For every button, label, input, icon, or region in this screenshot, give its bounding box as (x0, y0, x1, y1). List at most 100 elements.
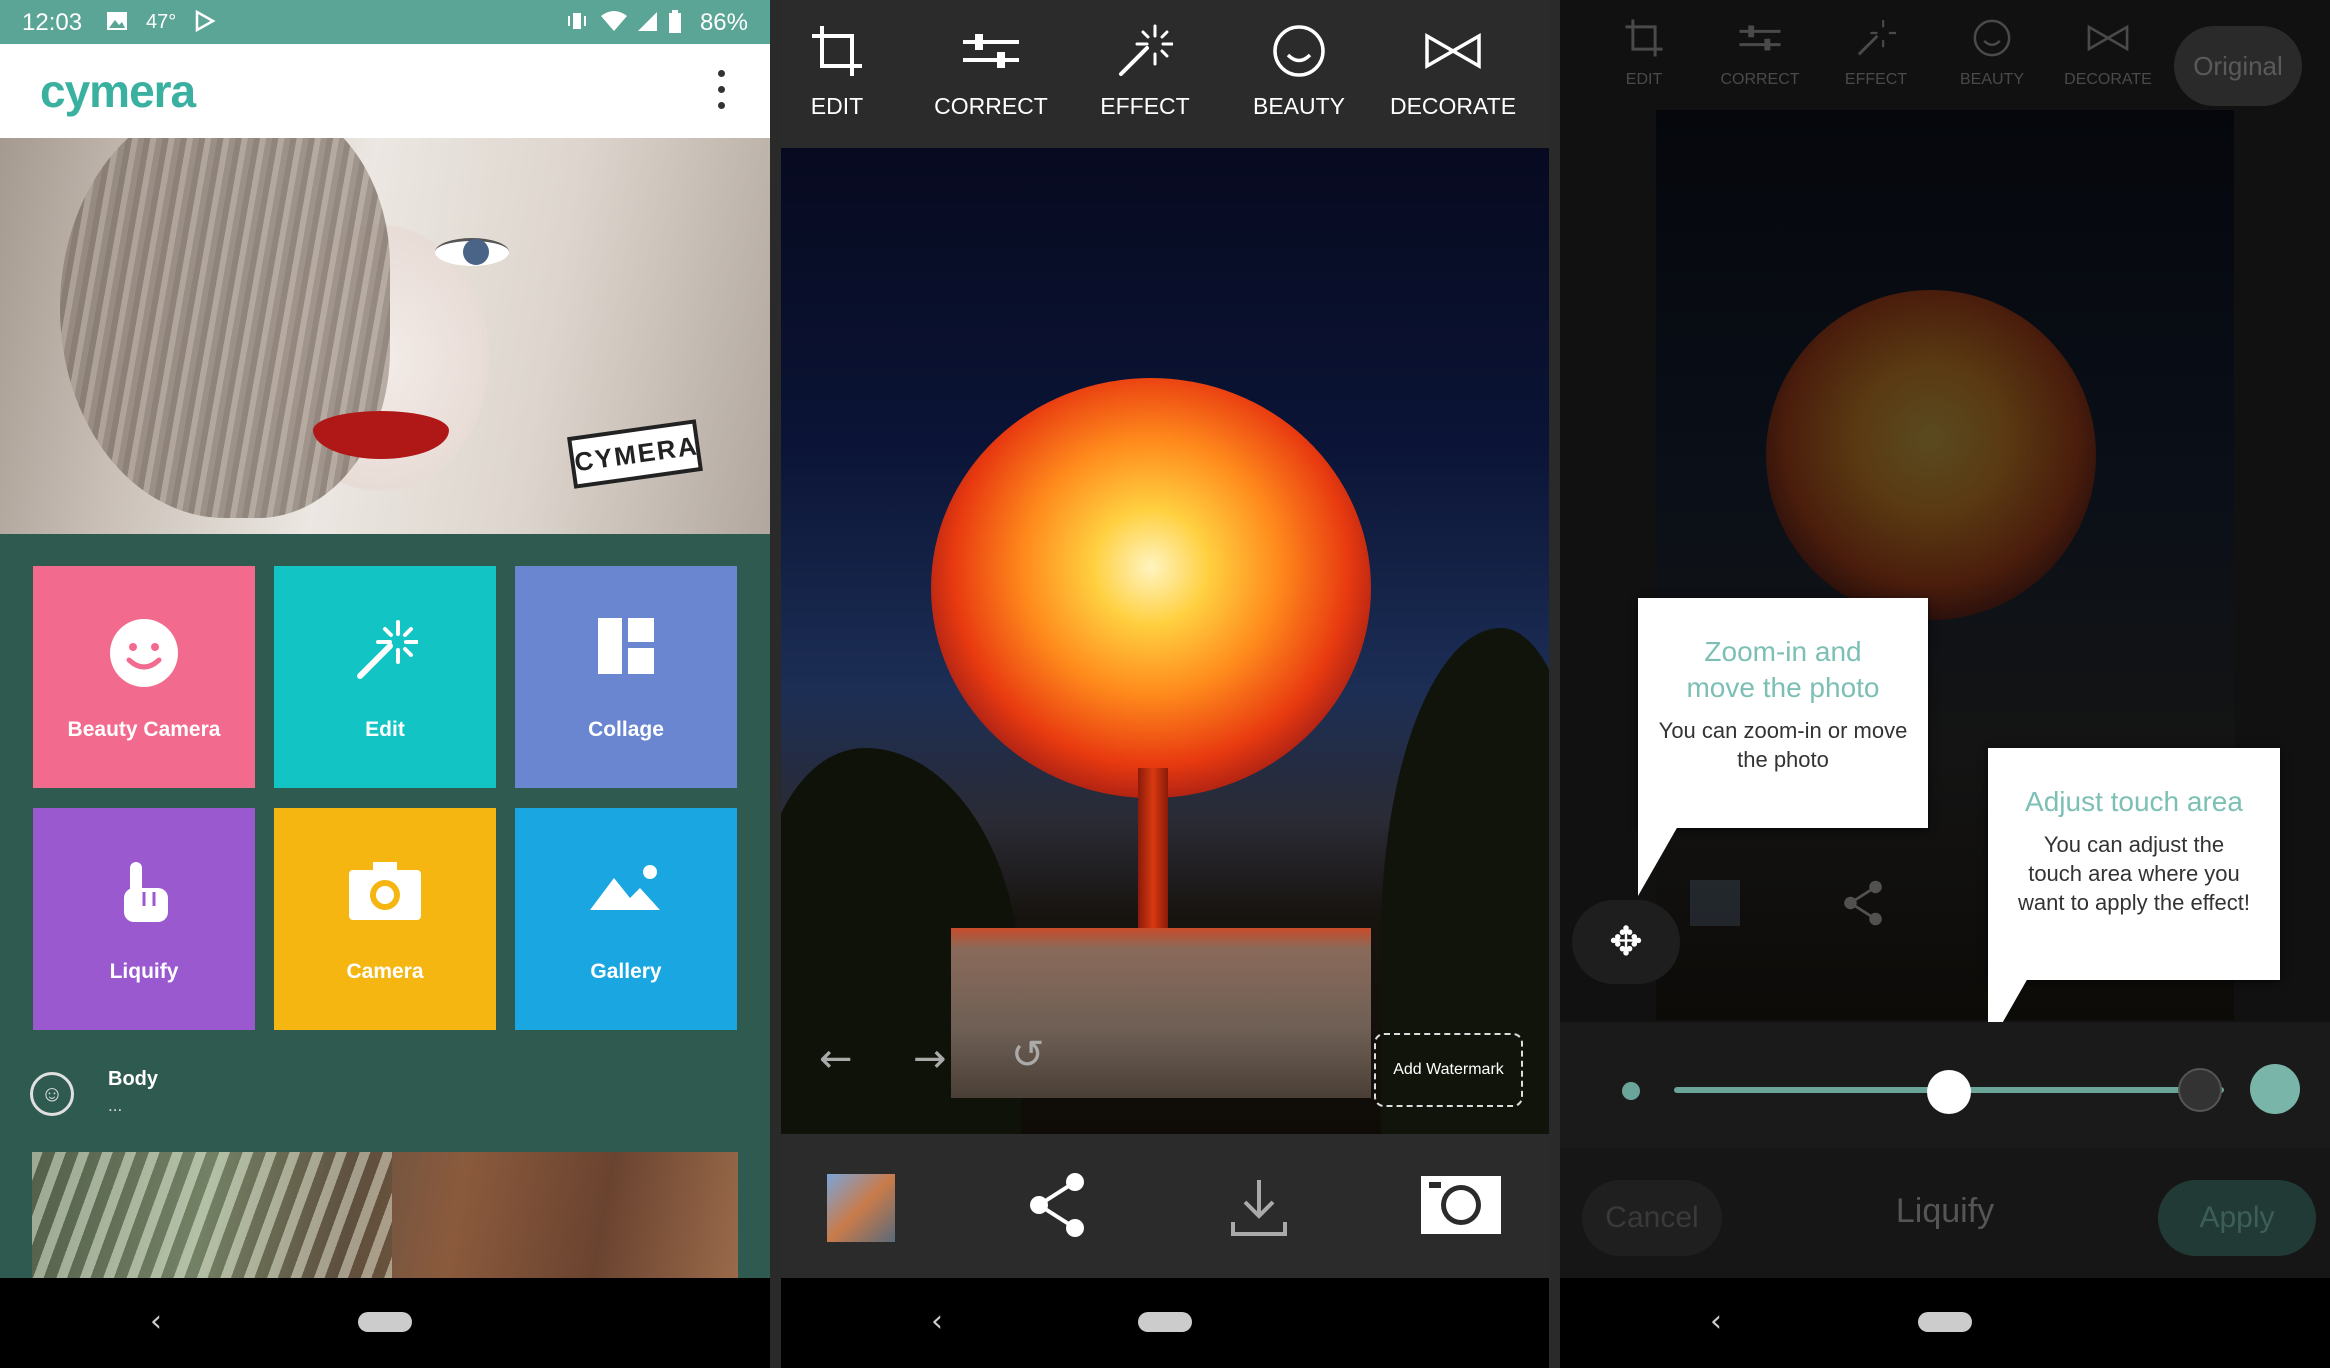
tool-decorate: DECORATE (2048, 18, 2168, 89)
back-icon[interactable]: ‹ (1710, 1304, 1722, 1339)
status-time: 12:03 (22, 9, 83, 36)
tool-label: EDIT (1625, 71, 1663, 88)
smile-outline-icon: ☺ (30, 1072, 74, 1116)
tile-beauty-camera[interactable]: Beauty Camera (33, 566, 255, 788)
photo-thumbnail-dimmed (1690, 880, 1740, 931)
liquify-screen: EDIT CORRECT EFFECT BEAUTY DECORATE Orig… (1560, 0, 2330, 1368)
move-arrows-icon[interactable]: ✥ (1572, 900, 1680, 984)
editor-toolbar: EDIT CORRECT EFFECT BEAUTY DECORATE (781, 0, 1549, 148)
tool-label: BEAUTY (1252, 93, 1346, 119)
body-subtitle: ... (108, 1096, 123, 1115)
tool-edit: EDIT (1584, 18, 1704, 89)
tool-label: CORRECT (934, 93, 1048, 119)
tooltip-title: Zoom-in and move the photo (1686, 636, 1880, 703)
home-pill-icon[interactable] (1918, 1312, 1972, 1332)
app-bar: cymera (0, 44, 770, 138)
touch-area-slider[interactable] (1560, 1022, 2330, 1148)
vibrate-icon (566, 10, 588, 38)
magic-wand-icon (1857, 20, 1896, 56)
hero-banner[interactable]: CYMERA (0, 138, 770, 534)
sliders-icon (1739, 25, 1781, 51)
camera-icon (349, 860, 421, 925)
body-feature-row[interactable]: ☺ Body ... (30, 1066, 750, 1126)
wifi-icon (600, 10, 628, 38)
tile-liquify[interactable]: Liquify (33, 808, 255, 1030)
original-toggle-button[interactable]: Original (2174, 26, 2302, 106)
back-icon[interactable]: ‹ (150, 1304, 162, 1339)
tile-label: Collage (588, 718, 664, 741)
tool-beauty[interactable]: BEAUTY (1229, 24, 1369, 120)
crop-icon (812, 26, 862, 76)
tool-label: DECORATE (2064, 71, 2152, 88)
camera-icon[interactable] (1421, 1174, 1501, 1241)
tooltip-touch-area: Adjust touch area You can adjust the tou… (1988, 748, 2280, 980)
body-title: Body (108, 1068, 158, 1090)
tool-correct: CORRECT (1700, 18, 1820, 89)
editor-screen: EDIT CORRECT EFFECT BEAUTY DECORATE ← → … (781, 0, 1549, 1368)
photo-thumbnail[interactable] (827, 1174, 895, 1242)
tile-label: Camera (346, 960, 424, 983)
finger-icon (116, 860, 172, 931)
tile-label: Liquify (109, 960, 179, 983)
app-logo: cymera (40, 65, 196, 117)
play-store-icon (194, 9, 216, 38)
tooltip-title: Adjust touch area (2025, 786, 2243, 817)
home-pill-icon[interactable] (358, 1312, 412, 1332)
tool-label: EDIT (810, 93, 864, 119)
tool-decorate[interactable]: DECORATE (1383, 24, 1523, 120)
download-icon[interactable] (1229, 1178, 1289, 1243)
collage-icon (598, 618, 654, 679)
share-icon (1840, 880, 1886, 931)
promo-banner[interactable] (32, 1152, 738, 1278)
redo-arrow-icon[interactable]: → (913, 1036, 947, 1082)
status-temperature: 47° (146, 11, 177, 33)
large-brush-indicator (2250, 1064, 2300, 1114)
home-pill-icon[interactable] (1138, 1312, 1192, 1332)
battery-icon (668, 10, 682, 40)
tooltip-body: You can zoom-in or move the photo (1658, 718, 1908, 772)
add-watermark-button[interactable]: Add Watermark (1374, 1033, 1523, 1107)
tool-label: CORRECT (1720, 71, 1800, 88)
system-nav-bar: ‹ (781, 1278, 1549, 1368)
tooltip-tail (1638, 826, 1678, 896)
sliders-icon (963, 34, 1019, 68)
status-bar: 12:03 47° 86% (0, 0, 770, 44)
tool-label: BEAUTY (1959, 71, 2024, 88)
tool-edit[interactable]: EDIT (781, 24, 907, 120)
image-icon (106, 10, 128, 38)
system-nav-bar: ‹ (1560, 1278, 2330, 1368)
back-icon[interactable]: ‹ (931, 1304, 943, 1339)
tooltip-body: You can adjust the touch area where you … (2018, 832, 2250, 915)
home-screen: 12:03 47° 86% cymera CYMERA Beauty Camer… (0, 0, 770, 1368)
tool-effect[interactable]: EFFECT (1075, 24, 1215, 120)
signal-icon (636, 10, 658, 38)
tooltip-zoom-move: Zoom-in and move the photo You can zoom-… (1638, 598, 1928, 828)
magic-wand-icon (352, 618, 420, 689)
tile-collage[interactable]: Collage (515, 566, 737, 788)
photo-canvas[interactable]: ← → ↺ (781, 148, 1549, 1134)
undo-arrow-icon[interactable]: ← (819, 1036, 853, 1082)
smile-outline-icon (1273, 25, 1325, 77)
editor-bottom-bar (781, 1134, 1549, 1278)
hero-brand-tag: CYMERA (567, 419, 703, 489)
crop-icon (1625, 19, 1663, 57)
tile-camera[interactable]: Camera (274, 808, 496, 1030)
tile-label: Beauty Camera (67, 718, 221, 741)
share-icon[interactable] (1027, 1172, 1087, 1243)
magic-wand-icon (1119, 24, 1175, 76)
sculpture-stem (1138, 768, 1168, 938)
more-options-icon[interactable] (718, 70, 726, 118)
tile-edit[interactable]: Edit (274, 566, 496, 788)
battery-percent: 86% (699, 9, 748, 36)
history-icon[interactable]: ↺ (1011, 1032, 1045, 1078)
tool-effect: EFFECT (1816, 18, 1936, 89)
slider-thumb[interactable] (1927, 1070, 1971, 1114)
tool-label: EFFECT (1100, 93, 1190, 119)
tool-correct[interactable]: CORRECT (921, 24, 1061, 120)
apply-button[interactable]: Apply (2158, 1180, 2316, 1256)
glass-sculpture (1766, 290, 2096, 620)
tool-label: DECORATE (1389, 93, 1517, 119)
bowtie-icon (1425, 32, 1481, 70)
tile-gallery[interactable]: Gallery (515, 808, 737, 1030)
medium-brush-indicator (2178, 1068, 2222, 1112)
